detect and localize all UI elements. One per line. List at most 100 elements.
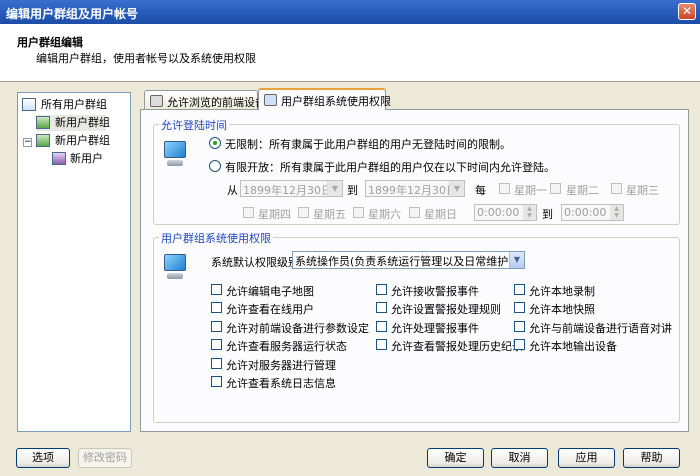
perm-label: 允许本地输出设备	[529, 340, 617, 353]
cancel-button[interactable]: 取消	[491, 448, 548, 468]
day-checkbox-sun[interactable]	[409, 207, 420, 218]
perm-checkbox[interactable]	[376, 339, 387, 350]
date-to-combo[interactable]: 1899年12月30日 ▼	[365, 180, 465, 197]
computer-icon	[162, 252, 188, 282]
perm-checkbox[interactable]	[514, 302, 525, 313]
device-icon	[150, 95, 163, 107]
chevron-down-icon: ▼	[449, 181, 464, 196]
from-label: 从	[227, 184, 238, 197]
options-button[interactable]: 选项	[16, 448, 70, 468]
perm-label: 允许查看系统日志信息	[226, 377, 336, 390]
time-to-spinner[interactable]: 0:00:00 ▲ ▼	[561, 204, 624, 221]
tree-item-label: 新用户	[70, 152, 103, 165]
tab-devices[interactable]: 允许浏览的前端设备	[144, 90, 266, 110]
tree-item-label: 新用户群组	[55, 134, 110, 147]
title-bar: 编辑用户群组及用户帐号 ✕	[0, 0, 700, 24]
perm-label: 允许查看在线用户	[226, 303, 314, 316]
perm-checkbox[interactable]	[514, 321, 525, 332]
close-button[interactable]: ✕	[678, 3, 696, 20]
opt-unlimited-label: 无限制：所有隶属于此用户群组的用户无登陆时间的限制。	[225, 138, 511, 151]
day-checkbox-wed[interactable]	[611, 183, 622, 194]
day-label: 星期一	[514, 184, 547, 197]
perm-label: 允许查看警报处理历史纪录	[391, 340, 523, 353]
change-password-button[interactable]: 修改密码	[78, 448, 132, 468]
perm-label: 允许与前端设备进行语音对讲	[529, 322, 672, 335]
tab-label: 允许浏览的前端设备	[167, 96, 266, 109]
date-from-combo[interactable]: 1899年12月30日 ▼	[240, 180, 343, 197]
day-label: 星期日	[424, 208, 457, 221]
login-time-group: 允许登陆时间 无限制：所有隶属于此用户群组的用户无登陆时间的限制。 有限开放：所…	[153, 117, 680, 225]
opt-limited-label: 有限开放：所有隶属于此用户群组的用户仅在以下时间内允许登陆。	[225, 161, 555, 174]
day-label: 星期五	[313, 208, 346, 221]
permissions-icon	[264, 94, 277, 106]
radio-unlimited[interactable]	[209, 137, 221, 149]
perm-checkbox[interactable]	[211, 358, 222, 369]
day-checkbox-fri[interactable]	[298, 207, 309, 218]
header-subtitle: 编辑用户群组，使用者帐号以及系统使用权限	[36, 52, 256, 65]
time-to-value: 0:00:00	[564, 206, 607, 219]
header-title: 用户群组编辑	[17, 36, 83, 49]
tab-label: 用户群组系统使用权限	[281, 95, 391, 108]
tab-permissions[interactable]: 用户群组系统使用权限	[258, 88, 391, 110]
tree-item-label: 新用户群组	[55, 116, 110, 129]
tab-panel: 允许登陆时间 无限制：所有隶属于此用户群组的用户无登陆时间的限制。 有限开放：所…	[140, 109, 689, 432]
radio-limited[interactable]	[209, 160, 221, 172]
group-icon	[36, 134, 50, 147]
permissions-label: 用户群组系统使用权限	[159, 230, 273, 246]
time-to-label: 到	[542, 208, 553, 221]
help-button[interactable]: 帮助	[623, 448, 680, 468]
perm-label: 允许本地录制	[529, 285, 595, 298]
day-label: 星期三	[626, 184, 659, 197]
perm-checkbox[interactable]	[211, 339, 222, 350]
every-label: 每	[475, 184, 486, 197]
day-label: 星期四	[258, 208, 291, 221]
collapse-icon[interactable]: −	[23, 138, 32, 147]
group-tree[interactable]: 所有用户群组 新用户群组 − 新用户群组 新用户	[17, 92, 131, 432]
window-title: 编辑用户群组及用户帐号	[6, 7, 139, 21]
chevron-down-icon: ▼	[509, 252, 524, 268]
perm-label: 允许编辑电子地图	[226, 285, 314, 298]
perm-checkbox[interactable]	[514, 284, 525, 295]
apply-button[interactable]: 应用	[558, 448, 615, 468]
perm-label: 允许设置警报处理规则	[391, 303, 501, 316]
perm-label: 允许本地快照	[529, 303, 595, 316]
level-label: 系统默认权限级别	[211, 256, 299, 269]
date-to-value: 1899年12月30日	[368, 184, 457, 197]
day-checkbox-sat[interactable]	[353, 207, 364, 218]
perm-label: 允许对前端设备进行参数设定	[226, 322, 369, 335]
time-from-spinner[interactable]: 0:00:00 ▲ ▼	[474, 204, 537, 221]
chevron-down-icon: ▼	[327, 181, 342, 196]
perm-label: 允许查看服务器运行状态	[226, 340, 347, 353]
permissions-group: 用户群组系统使用权限 系统默认权限级别 系统操作员(负责系统运行管理以及日常维护…	[153, 230, 680, 423]
perm-checkbox[interactable]	[211, 302, 222, 313]
perm-checkbox[interactable]	[514, 339, 525, 350]
time-from-value: 0:00:00	[477, 206, 520, 219]
perm-checkbox[interactable]	[211, 284, 222, 295]
to-label: 到	[347, 184, 358, 197]
spin-arrows-icon: ▲ ▼	[523, 205, 536, 220]
ok-button[interactable]: 确定	[427, 448, 484, 468]
close-icon: ✕	[681, 4, 693, 18]
perm-label: 允许接收警报事件	[391, 285, 479, 298]
login-time-label: 允许登陆时间	[159, 117, 229, 133]
group-icon	[36, 116, 50, 129]
perm-checkbox[interactable]	[376, 302, 387, 313]
perm-label: 允许处理警报事件	[391, 322, 479, 335]
perm-checkbox[interactable]	[211, 376, 222, 387]
tree-root-label: 所有用户群组	[41, 98, 107, 111]
user-icon	[52, 152, 66, 165]
perm-checkbox[interactable]	[376, 321, 387, 332]
perm-checkbox[interactable]	[211, 321, 222, 332]
day-label: 星期二	[566, 184, 599, 197]
folder-icon	[22, 98, 36, 111]
dialog-header: 用户群组编辑 编辑用户群组，使用者帐号以及系统使用权限	[0, 24, 700, 82]
tree-item-group-1[interactable]: 新用户群组	[36, 115, 110, 131]
level-select[interactable]: 系统操作员(负责系统运行管理以及日常维护) ▼	[292, 251, 525, 269]
day-label: 星期六	[368, 208, 401, 221]
spin-arrows-icon: ▲ ▼	[610, 205, 623, 220]
day-checkbox-mon[interactable]	[499, 183, 510, 194]
perm-checkbox[interactable]	[376, 284, 387, 295]
perm-label: 允许对服务器进行管理	[226, 359, 336, 372]
day-checkbox-tue[interactable]	[550, 183, 561, 194]
day-checkbox-thu[interactable]	[243, 207, 254, 218]
